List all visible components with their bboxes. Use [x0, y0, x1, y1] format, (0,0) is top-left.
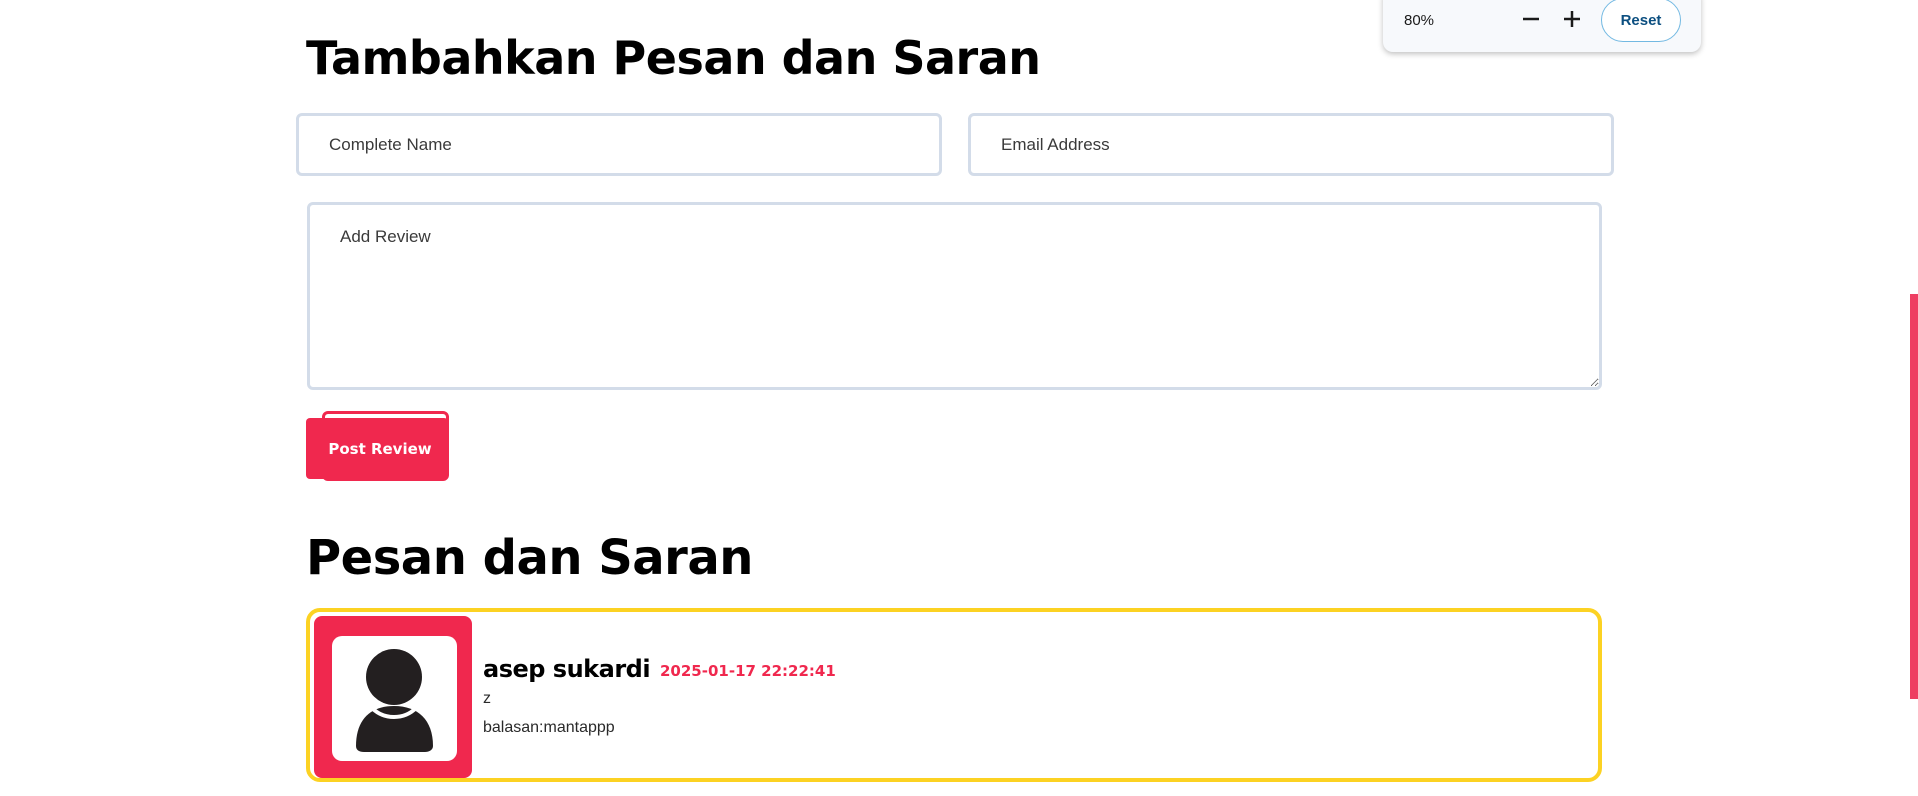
zoom-reset-button[interactable]: Reset	[1601, 0, 1681, 42]
review-card: asep sukardi 2025-01-17 22:22:41 z balas…	[306, 608, 1602, 782]
complete-name-input[interactable]	[296, 113, 942, 176]
reviews-section-title: Pesan dan Saran	[306, 530, 753, 586]
review-author-name: asep sukardi	[483, 655, 651, 683]
post-review-button-wrap: Post Review	[306, 411, 456, 486]
form-title: Tambahkan Pesan dan Saran	[306, 31, 1041, 85]
zoom-out-button[interactable]	[1514, 2, 1548, 36]
email-address-input[interactable]	[968, 113, 1614, 176]
review-text: z	[483, 690, 491, 707]
avatar-inner	[332, 636, 457, 761]
zoom-widget: 80% Reset	[1383, 0, 1701, 52]
review-reply: balasan:mantappp	[483, 719, 615, 736]
scrollbar-thumb[interactable]	[1910, 294, 1918, 699]
page: Tambahkan Pesan dan Saran Post Review Pe…	[0, 0, 1918, 796]
avatar	[314, 616, 472, 778]
minus-icon	[1523, 17, 1539, 21]
post-review-button[interactable]: Post Review	[306, 418, 448, 479]
add-review-textarea[interactable]	[307, 202, 1602, 390]
zoom-level: 80%	[1404, 12, 1435, 29]
zoom-in-button[interactable]	[1555, 2, 1589, 36]
plus-icon	[1564, 11, 1580, 27]
review-date: 2025-01-17 22:22:41	[660, 662, 836, 680]
user-avatar-icon	[356, 649, 433, 752]
